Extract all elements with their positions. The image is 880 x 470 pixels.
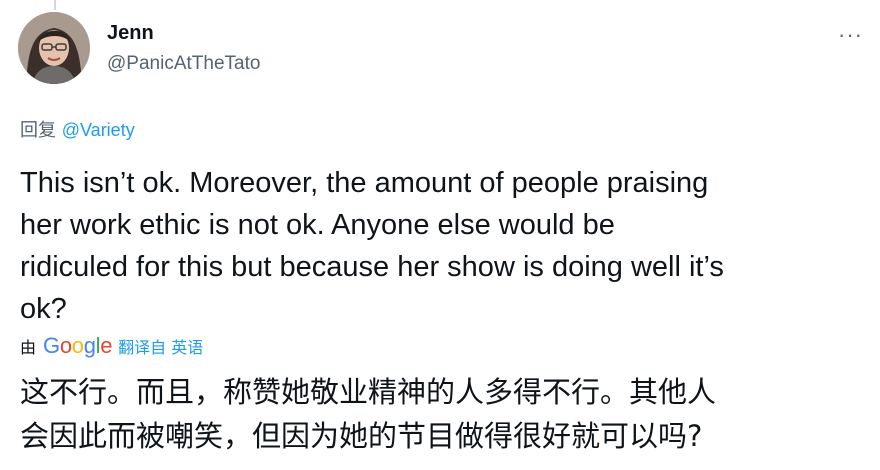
translated-tweet-text: 这不行。而且，称赞她敬业精神的人多得不行。其他人 会因此而被嘲笑，但因为她的节目… <box>20 375 717 453</box>
author-avatar[interactable] <box>18 12 90 84</box>
author-name[interactable]: Jenn <box>107 22 154 45</box>
author-handle[interactable]: @PanicAtTheTato <box>107 53 260 75</box>
translation-attribution: 由 Google 翻译自 英语 <box>20 332 203 360</box>
avatar-photo-icon <box>18 12 90 84</box>
thread-connector-line <box>54 0 56 10</box>
more-options-icon[interactable]: ··· <box>838 22 863 48</box>
translated-from-language-link[interactable]: 翻译自 英语 <box>118 334 203 358</box>
google-logo-icon: Google <box>43 333 113 358</box>
translated-by-label: 由 <box>20 338 37 357</box>
reply-context: 回复 @Variety <box>20 116 135 142</box>
tweet-text: This isn’t ok. Moreover, the amount of p… <box>20 167 724 325</box>
reply-prefix: 回复 <box>20 120 56 141</box>
reply-mention-link[interactable]: @Variety <box>62 120 135 140</box>
